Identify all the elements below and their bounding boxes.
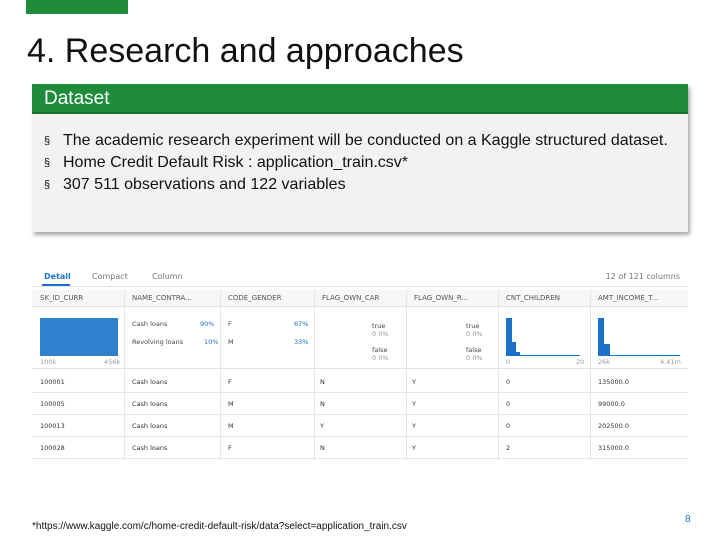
table-cell: 2 [506,444,511,452]
stat-value: 67% [294,320,309,328]
bullet-marker: § [44,135,51,147]
table-cell: 202500.0 [598,422,630,430]
income-histogram-baseline [610,355,680,356]
column-header[interactable]: SK_ID_CURR [40,294,83,302]
top-accent-bar [26,0,128,14]
dataset-box-header: Dataset [32,84,688,114]
table-row[interactable]: 100013 Cash loans M Y Y 0 202500.0 [32,414,688,437]
children-range-min: 0 [506,358,511,366]
children-histogram-baseline [520,355,580,356]
bullet-marker: § [44,157,51,169]
bullet-item: § Home Credit Default Risk : application… [44,152,680,174]
stat-label: true [372,322,386,330]
income-range-max: 4.41m [660,358,681,366]
stat-value: 0 0% [466,330,483,338]
column-header[interactable]: FLAG_OWN_R... [414,294,468,302]
stat-value: 0 0% [372,354,389,362]
table-cell: Cash loans [132,400,168,408]
stat-label: true [466,322,480,330]
preview-tab-bar: Detail Compact Column 12 of 121 columns [32,262,688,287]
table-cell: 0 [506,422,511,430]
stat-label: Revolving loans [132,338,184,346]
slide-title: 4. Research and approaches [27,32,464,70]
dataset-box: Dataset § The academic research experime… [32,84,688,232]
column-count: 12 of 121 columns [605,272,680,281]
table-cell: 0 [506,400,511,408]
income-range-min: 26k [598,358,611,366]
table-cell: 100013 [40,422,65,430]
table-cell: Y [412,444,416,452]
bullet-text: The academic research experiment will be… [63,132,668,149]
table-cell: Y [412,378,416,386]
table-cell: Cash loans [132,378,168,386]
table-row[interactable]: 100028 Cash loans F N Y 2 315000.0 [32,436,688,459]
table-cell: 0 [506,378,511,386]
stat-label: false [372,346,388,354]
stat-value: 90% [200,320,215,328]
table-cell: M [228,400,234,408]
column-header[interactable]: AMT_INCOME_T... [598,294,658,302]
table-cell: Cash loans [132,422,168,430]
active-tab-indicator [42,284,70,286]
table-cell: F [228,444,232,452]
bullet-text: Home Credit Default Risk : application_t… [63,154,409,171]
stat-value: 33% [294,338,309,346]
id-histogram [40,318,118,356]
source-footnote: *https://www.kaggle.com/c/home-credit-de… [32,521,407,532]
children-range-max: 20 [576,358,585,366]
tab-compact[interactable]: Compact [92,272,128,281]
stat-label: false [466,346,482,354]
table-cell: 100001 [40,378,65,386]
page-number: 8 [685,514,691,525]
table-cell: N [320,378,325,386]
table-cell: 315000.0 [598,444,630,452]
table-cell: N [320,444,325,452]
column-header[interactable]: FLAG_OWN_CAR [322,294,379,302]
id-range-max: 456k [104,358,121,366]
table-cell: F [228,378,232,386]
table-row[interactable]: 100001 Cash loans F N Y 0 135000.0 [32,370,688,393]
id-range-min: 100k [40,358,57,366]
bullet-text: 307 511 observations and 122 variables [63,176,346,193]
tab-column[interactable]: Column [152,272,183,281]
stat-value: 10% [204,338,219,346]
column-header[interactable]: CNT_CHILDREN [506,294,560,302]
table-cell: 100005 [40,400,65,408]
bullet-list: § The academic research experiment will … [44,130,680,196]
kaggle-data-preview-screenshot: Detail Compact Column 12 of 121 columns … [32,262,688,460]
column-header[interactable]: CODE_GENDER [228,294,281,302]
bullet-item: § The academic research experiment will … [44,130,680,152]
table-cell: 100028 [40,444,65,452]
table-cell: 99000.0 [598,400,625,408]
tab-detail[interactable]: Detail [44,272,71,281]
table-cell: Y [320,422,324,430]
column-summary-row: 100k 456k Cash loans 90% Revolving loans… [32,308,688,369]
stat-value: 0 0% [372,330,389,338]
bullet-item: § 307 511 observations and 122 variables [44,174,680,196]
dataset-box-title: Dataset [44,88,110,109]
bullet-marker: § [44,179,51,191]
table-cell: Y [412,422,416,430]
stat-label: Cash loans [132,320,168,328]
stat-label: F [228,320,232,328]
table-cell: N [320,400,325,408]
table-cell: Cash loans [132,444,168,452]
stat-label: M [228,338,234,346]
table-row[interactable]: 100005 Cash loans M N Y 0 99000.0 [32,392,688,415]
table-cell: Y [412,400,416,408]
table-cell: 135000.0 [598,378,630,386]
stat-value: 0 0% [466,354,483,362]
column-header[interactable]: NAME_CONTRA... [132,294,192,302]
table-cell: M [228,422,234,430]
